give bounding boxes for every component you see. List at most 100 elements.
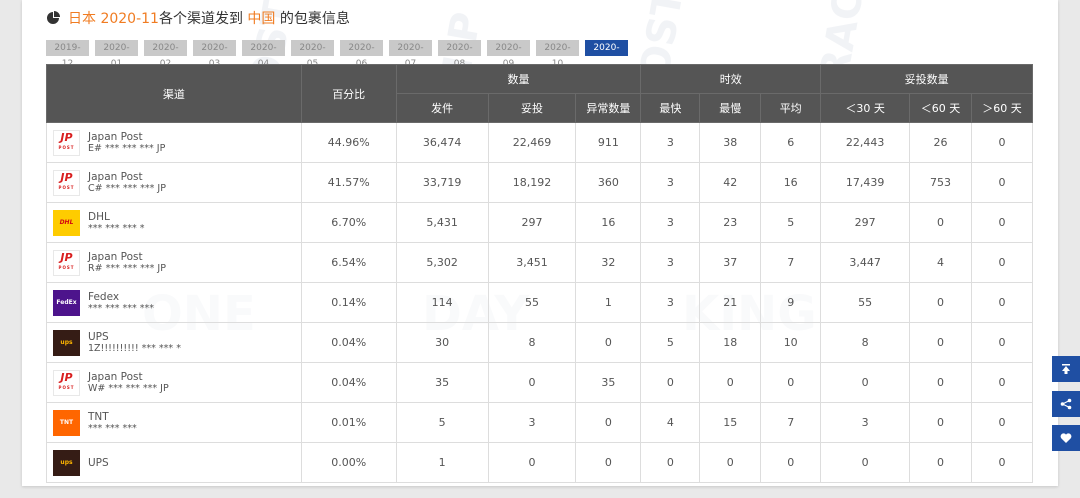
favorite-button[interactable]	[1052, 425, 1080, 451]
scroll-top-button[interactable]	[1052, 356, 1080, 382]
percent-cell: 41.57%	[300, 162, 397, 203]
average-cell: 7	[760, 242, 822, 283]
title-origin-month: 日本 2020-11	[68, 11, 159, 27]
sent-cell: 30	[395, 322, 489, 363]
month-tab[interactable]: 2020-10	[536, 40, 579, 69]
table-row: JP POST Japan Post E# *** *** *** JP 44.9…	[46, 122, 1034, 163]
header-group-quantity: 数量	[395, 64, 642, 94]
fastest-cell: 5	[640, 322, 701, 363]
sent-cell: 1	[395, 442, 489, 483]
abnormal-cell: 35	[575, 362, 642, 403]
percent-cell: 0.04%	[300, 362, 397, 403]
percent-cell: 0.00%	[300, 442, 397, 483]
lt60-cell: 0	[909, 282, 972, 323]
share-button[interactable]	[1052, 391, 1080, 417]
gt60-cell: 0	[970, 162, 1034, 203]
delivered-cell: 18,192	[487, 162, 577, 203]
fastest-cell: 0	[640, 442, 701, 483]
sent-cell: 5,431	[395, 202, 489, 243]
sent-cell: 114	[395, 282, 489, 323]
jp-logo-icon: JP POST	[53, 249, 80, 276]
month-tab[interactable]: 2020-05	[291, 40, 334, 69]
header-percent: 百分比	[300, 64, 397, 123]
channel-cell: ups UPS 1Z!!!!!!!!!! *** *** *	[46, 322, 302, 363]
channel-name: Japan Post	[88, 370, 143, 383]
delivered-cell: 8	[487, 322, 577, 363]
tracking-mask: *** *** *** *	[88, 222, 145, 234]
table-row: DHL DHL *** *** *** * 6.70% 5,431 297 16 3 23…	[46, 202, 1034, 243]
header-fastest: 最快	[640, 93, 701, 123]
delivered-cell: 22,469	[487, 122, 577, 163]
logo-subtext: POST	[58, 264, 75, 270]
heart-icon	[1060, 433, 1072, 443]
percent-cell: 6.54%	[300, 242, 397, 283]
percent-cell: 44.96%	[300, 122, 397, 163]
lt60-cell: 4	[909, 242, 972, 283]
lt60-cell: 0	[909, 362, 972, 403]
channel-name: TNT	[88, 410, 109, 423]
lt30-cell: 3,447	[820, 242, 911, 283]
month-tab[interactable]: 2020-08	[438, 40, 481, 69]
header-group-timing: 时效	[640, 64, 822, 94]
channel-name: UPS	[88, 330, 109, 343]
channel-cell: DHL DHL *** *** *** *	[46, 202, 302, 243]
month-tab[interactable]: 2020-02	[144, 40, 187, 69]
month-tab[interactable]: 2020-01	[95, 40, 138, 69]
logo-text: JP	[60, 250, 73, 264]
logo-text: ups	[60, 339, 73, 346]
average-cell: 10	[760, 322, 822, 363]
channel-cell: JP POST Japan Post E# *** *** *** JP	[46, 122, 302, 163]
lt30-cell: 8	[820, 322, 911, 363]
channel-name: Japan Post	[88, 170, 143, 183]
tracking-mask: W# *** *** *** JP	[88, 382, 169, 394]
jp-logo-icon: JP POST	[53, 129, 80, 156]
month-tab[interactable]: 2020-04	[242, 40, 285, 69]
gt60-cell: 0	[970, 242, 1034, 283]
tracking-mask: *** *** *** ***	[88, 302, 155, 314]
table-row: ups UPS 0.00% 1 0 0 0 0 0 0 0 0	[46, 442, 1034, 483]
sent-cell: 36,474	[395, 122, 489, 163]
title-suffix: 的包裹信息	[275, 11, 350, 27]
abnormal-cell: 911	[575, 122, 642, 163]
fastest-cell: 4	[640, 402, 701, 443]
gt60-cell: 0	[970, 282, 1034, 323]
ups-logo-icon: ups	[53, 449, 80, 476]
lt30-cell: 17,439	[820, 162, 911, 203]
header-channel: 渠道	[46, 64, 302, 123]
month-tab[interactable]: 2020-09	[487, 40, 530, 69]
lt60-cell: 0	[909, 402, 972, 443]
logo-text: JP	[60, 130, 73, 144]
header-slowest: 最慢	[699, 93, 762, 123]
table-row: JP POST Japan Post W# *** *** *** JP 0.04…	[46, 362, 1034, 403]
delivered-cell: 3	[487, 402, 577, 443]
logo-text: TNT	[59, 419, 74, 426]
slowest-cell: 21	[699, 282, 762, 323]
table-row: ups UPS 1Z!!!!!!!!!! *** *** * 0.04% 30 8 0…	[46, 322, 1034, 363]
delivered-cell: 3,451	[487, 242, 577, 283]
title-destination: 中国	[247, 11, 276, 27]
header-sent: 发件	[395, 93, 489, 123]
average-cell: 7	[760, 402, 822, 443]
average-cell: 9	[760, 282, 822, 323]
header-gt60: ＞60 天	[970, 93, 1034, 123]
month-tab[interactable]: 2020-07	[389, 40, 432, 69]
channel-table: 渠道 百分比 数量 时效 妥投数量 发件 妥投 异常数量 最快 最慢 平均 ＜3…	[46, 64, 1034, 483]
header-delivered: 妥投	[487, 93, 577, 123]
logo-subtext: POST	[58, 384, 75, 390]
abnormal-cell: 0	[575, 442, 642, 483]
month-tab[interactable]: 2020-03	[193, 40, 236, 69]
lt60-cell: 0	[909, 442, 972, 483]
month-tab[interactable]: 2020-11	[585, 40, 628, 69]
fastest-cell: 3	[640, 162, 701, 203]
percent-cell: 0.14%	[300, 282, 397, 323]
sent-cell: 5	[395, 402, 489, 443]
percent-cell: 0.04%	[300, 322, 397, 363]
fastest-cell: 3	[640, 202, 701, 243]
slowest-cell: 37	[699, 242, 762, 283]
average-cell: 16	[760, 162, 822, 203]
abnormal-cell: 360	[575, 162, 642, 203]
average-cell: 0	[760, 362, 822, 403]
month-tab[interactable]: 2019-12	[46, 40, 89, 69]
month-tab[interactable]: 2020-06	[340, 40, 383, 69]
channel-name: Japan Post	[88, 250, 143, 263]
